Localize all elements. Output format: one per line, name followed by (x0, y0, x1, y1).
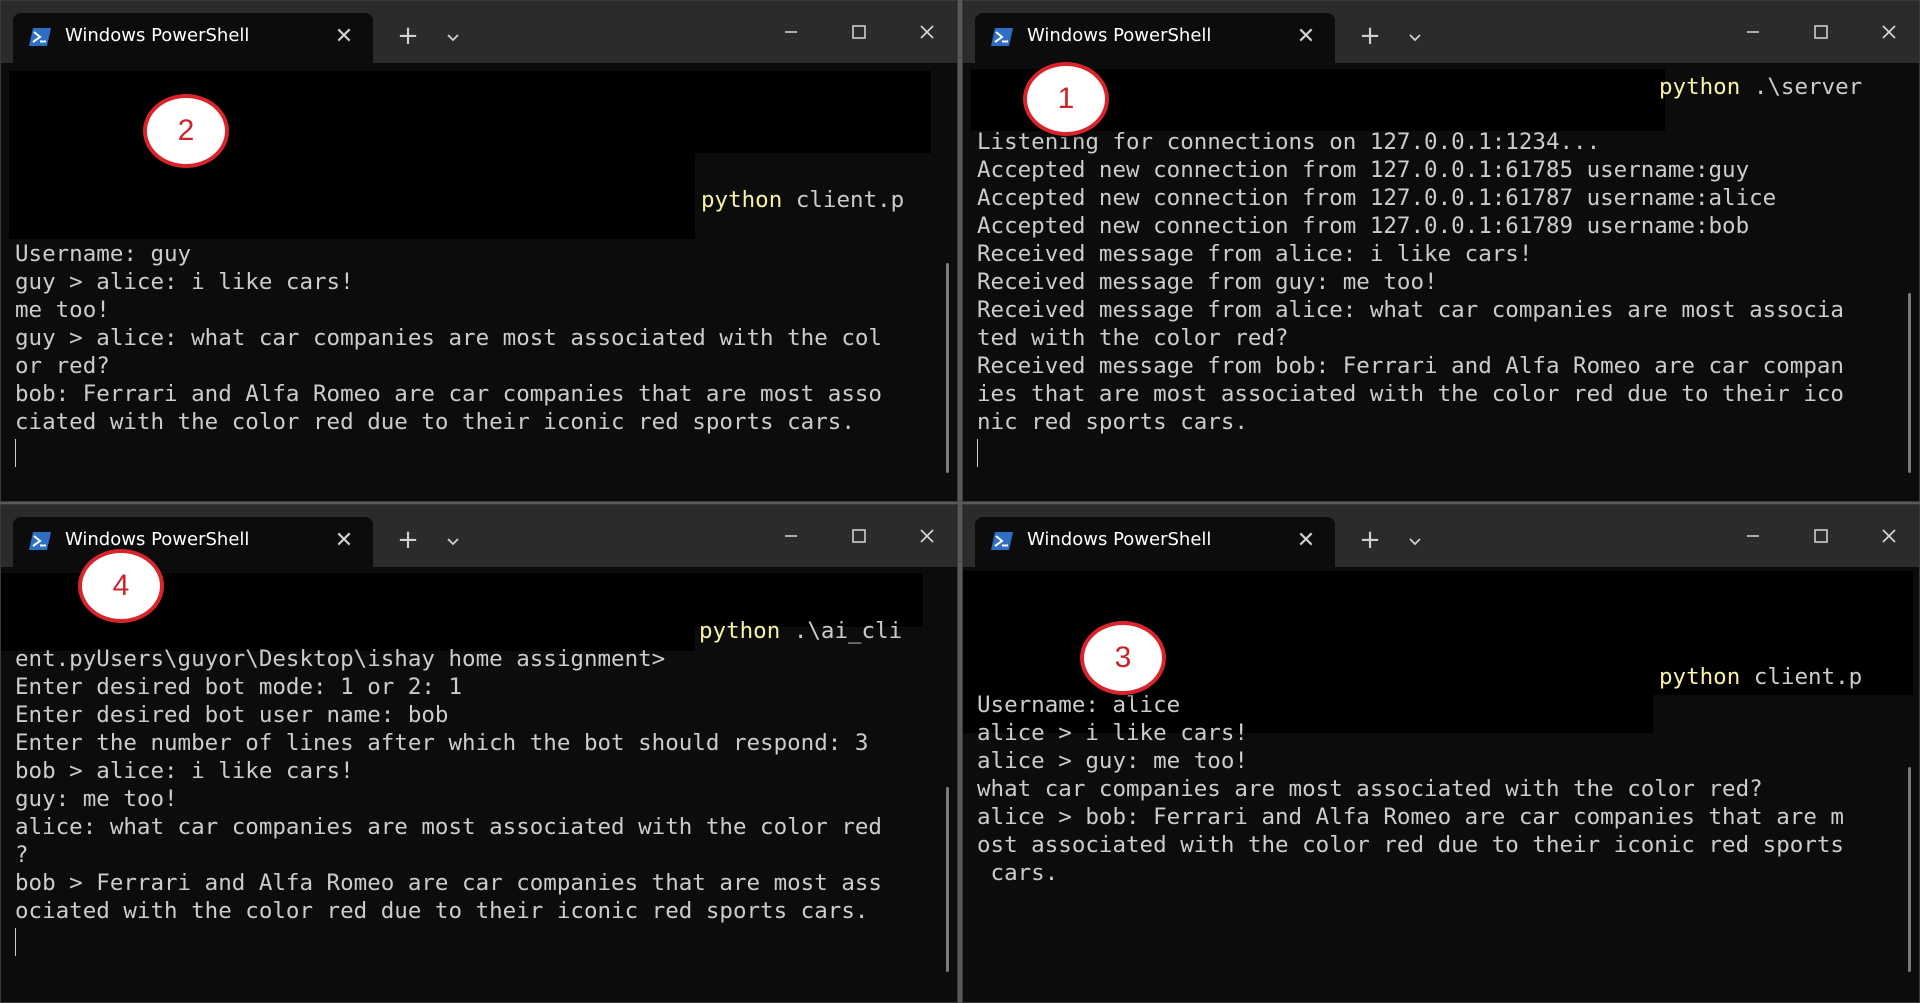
powershell-window-server: Windows PowerShell ✕ + python .\server L… (962, 0, 1920, 502)
close-window-icon[interactable] (907, 519, 947, 553)
plus-icon[interactable]: + (393, 525, 423, 555)
number-badge: 2 (143, 94, 229, 168)
terminal-output[interactable]: python .\ai_cli ent.pyUsers\guyor\Deskto… (1, 567, 957, 1002)
terminal-line: ? (15, 842, 29, 868)
terminal-line: guy: me too! (15, 786, 178, 812)
terminal-line: bob > alice: i like cars! (15, 758, 354, 784)
powershell-window-client-alice: Windows PowerShell ✕ + python client.p U… (962, 504, 1920, 1003)
terminal-line: Received message from guy: me too! (977, 269, 1438, 295)
powershell-icon (991, 532, 1013, 550)
number-badge: 3 (1080, 621, 1166, 695)
title-bar: Windows PowerShell ✕ + (963, 505, 1919, 567)
plus-icon[interactable]: + (1355, 21, 1385, 51)
powershell-icon (29, 532, 51, 550)
minimize-icon[interactable] (1733, 519, 1773, 553)
terminal-line: Enter the number of lines after which th… (15, 730, 869, 756)
terminal-line: alice > guy: me too! (977, 748, 1248, 774)
terminal-line: me too! (15, 297, 110, 323)
chevron-down-icon[interactable] (1401, 527, 1429, 555)
close-window-icon[interactable] (1869, 519, 1909, 553)
terminal-line: ies that are most associated with the co… (977, 381, 1844, 407)
minimize-icon[interactable] (771, 15, 811, 49)
close-icon[interactable]: ✕ (1293, 22, 1319, 52)
chevron-down-icon[interactable] (1401, 23, 1429, 51)
tab-title: Windows PowerShell (65, 529, 250, 550)
terminal-line: what car companies are most associated w… (977, 776, 1763, 802)
minimize-icon[interactable] (1733, 15, 1773, 49)
terminal-line: alice > bob: Ferrari and Alfa Romeo are … (977, 804, 1844, 830)
terminal-line: ost associated with the color red due to… (977, 832, 1844, 858)
maximize-icon[interactable] (1801, 15, 1841, 49)
number-badge: 1 (1023, 62, 1109, 136)
powershell-window-ai-client: Windows PowerShell ✕ + python .\ai_cli e… (0, 504, 958, 1003)
tab-title: Windows PowerShell (1027, 25, 1212, 46)
tab-title: Windows PowerShell (65, 25, 250, 46)
terminal-output[interactable]: python .\server Listening for connection… (963, 63, 1919, 501)
terminal-line: Username: guy (15, 241, 192, 267)
terminal-line: Enter desired bot mode: 1 or 2: 1 (15, 674, 463, 700)
terminal-line: bob: Ferrari and Alfa Romeo are car comp… (15, 381, 882, 407)
terminal-line: Accepted new connection from 127.0.0.1:6… (977, 157, 1750, 183)
terminal-line: or red? (15, 353, 110, 379)
close-window-icon[interactable] (907, 15, 947, 49)
terminal-line: Received message from alice: i like cars… (977, 241, 1533, 267)
powershell-icon (991, 28, 1013, 46)
terminal-line: Received message from alice: what car co… (977, 297, 1844, 323)
terminal-line: alice: what car companies are most assoc… (15, 814, 882, 840)
tab-windows-powershell[interactable]: Windows PowerShell ✕ (13, 517, 373, 567)
close-icon[interactable]: ✕ (331, 22, 357, 52)
chevron-down-icon[interactable] (439, 527, 467, 555)
title-bar: Windows PowerShell ✕ + (1, 1, 957, 63)
scrollbar[interactable] (1908, 767, 1911, 972)
close-icon[interactable]: ✕ (331, 526, 357, 556)
close-window-icon[interactable] (1869, 15, 1909, 49)
tab-windows-powershell[interactable]: Windows PowerShell ✕ (13, 13, 373, 63)
terminal-line: ociated with the color red due to their … (15, 898, 869, 924)
tab-windows-powershell[interactable]: Windows PowerShell ✕ (975, 517, 1335, 567)
terminal-line: ciated with the color red due to their i… (15, 409, 855, 435)
terminal-line: guy > alice: what car companies are most… (15, 325, 882, 351)
close-icon[interactable]: ✕ (1293, 526, 1319, 556)
minimize-icon[interactable] (771, 519, 811, 553)
plus-icon[interactable]: + (393, 21, 423, 51)
terminal-line: alice > i like cars! (977, 720, 1248, 746)
plus-icon[interactable]: + (1355, 525, 1385, 555)
scrollbar[interactable] (1908, 293, 1911, 473)
terminal-line: guy > alice: i like cars! (15, 269, 354, 295)
text-cursor (977, 439, 978, 467)
scrollbar[interactable] (946, 263, 949, 473)
command-line: python .\server (1659, 74, 1863, 100)
powershell-icon (29, 28, 51, 46)
terminal-line: Accepted new connection from 127.0.0.1:6… (977, 185, 1777, 211)
terminal-line: nic red sports cars. (977, 409, 1248, 435)
text-cursor (15, 928, 16, 956)
tab-windows-powershell[interactable]: Windows PowerShell ✕ (975, 13, 1335, 63)
text-cursor (15, 439, 16, 467)
title-bar: Windows PowerShell ✕ + (963, 1, 1919, 63)
maximize-icon[interactable] (839, 519, 879, 553)
terminal-line: Username: alice (977, 692, 1181, 718)
number-badge: 4 (78, 549, 164, 623)
powershell-window-client-guy: Windows PowerShell ✕ + python client.p U… (0, 0, 958, 502)
terminal-line: cars. (977, 860, 1059, 886)
terminal-line: ted with the color red? (977, 325, 1289, 351)
scrollbar[interactable] (946, 787, 949, 972)
terminal-line: bob > Ferrari and Alfa Romeo are car com… (15, 870, 882, 896)
terminal-line: Accepted new connection from 127.0.0.1:6… (977, 213, 1750, 239)
chevron-down-icon[interactable] (439, 23, 467, 51)
maximize-icon[interactable] (1801, 519, 1841, 553)
terminal-line: Received message from bob: Ferrari and A… (977, 353, 1844, 379)
terminal-line: ent.pyUsers\guyor\Desktop\ishay home ass… (15, 646, 666, 672)
command-line: python .\ai_cli (699, 618, 903, 644)
command-line: python client.p (701, 187, 905, 213)
redacted-region (9, 149, 695, 239)
maximize-icon[interactable] (839, 15, 879, 49)
tab-title: Windows PowerShell (1027, 529, 1212, 550)
command-line: python client.p (1659, 664, 1863, 690)
terminal-line: Enter desired bot user name: bob (15, 702, 449, 728)
